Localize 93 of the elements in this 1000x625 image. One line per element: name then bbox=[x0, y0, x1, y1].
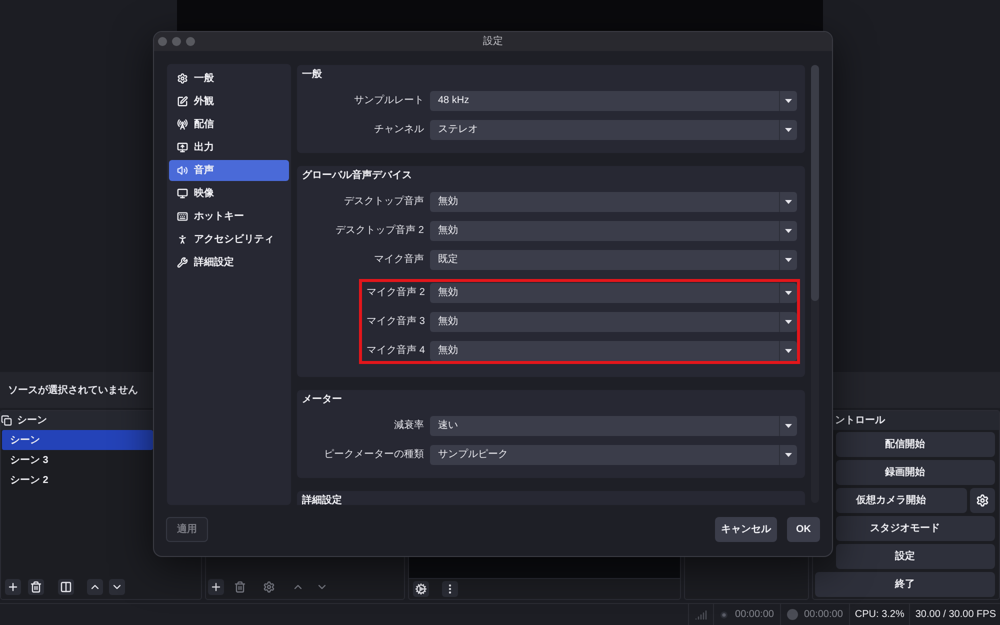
sidebar-item[interactable]: 映像 bbox=[169, 183, 289, 204]
scene-item[interactable]: シーン 3 bbox=[2, 450, 153, 470]
menu-button[interactable] bbox=[442, 581, 458, 597]
keyboard-icon bbox=[177, 211, 188, 222]
field-label: デスクトップ音声 bbox=[344, 196, 424, 208]
wrench-icon bbox=[177, 257, 188, 268]
control-button[interactable]: 仮想カメラ開始 bbox=[836, 488, 967, 513]
trash-icon bbox=[234, 581, 246, 593]
add-button[interactable] bbox=[5, 579, 21, 595]
pen-square-icon bbox=[177, 96, 188, 107]
sidebar-item[interactable]: 配信 bbox=[169, 114, 289, 135]
no-source-message: ソースが選択されていません bbox=[8, 384, 138, 398]
group-title: グローバル音声デバイス bbox=[302, 170, 412, 181]
panel-title: シーン bbox=[17, 414, 47, 428]
overlapping-squares-icon bbox=[1, 415, 12, 426]
control-button[interactable]: 終了 bbox=[815, 572, 995, 597]
dropdown[interactable]: 既定 bbox=[430, 250, 797, 270]
settings-icon bbox=[976, 494, 989, 507]
plus-icon bbox=[7, 581, 19, 593]
properties-button[interactable] bbox=[261, 579, 277, 595]
scene-item[interactable]: シーン 2 bbox=[2, 470, 153, 490]
cog-icon bbox=[415, 583, 427, 595]
filter-button[interactable] bbox=[58, 579, 74, 595]
control-button[interactable]: スタジオモード bbox=[836, 516, 995, 541]
sidebar-item[interactable]: 一般 bbox=[169, 68, 289, 89]
signal-bars-icon bbox=[695, 608, 708, 620]
caret-down-icon bbox=[785, 424, 792, 428]
dropdown[interactable]: 無効 bbox=[430, 192, 797, 212]
field-label: サンプルレート bbox=[354, 95, 424, 107]
group-title: 一般 bbox=[302, 69, 322, 80]
caret-down-icon bbox=[785, 291, 792, 295]
panel-title: ントロール bbox=[835, 414, 885, 428]
field-label: マイク音声 bbox=[374, 254, 424, 266]
dropdown[interactable]: 無効 bbox=[430, 341, 797, 361]
dropdown[interactable]: 速い bbox=[430, 416, 797, 436]
plus-icon bbox=[210, 581, 222, 593]
timer-text: 00:00:00 bbox=[735, 608, 774, 622]
dropdown[interactable]: 無効 bbox=[430, 221, 797, 241]
caret-down-icon bbox=[785, 200, 792, 204]
caret-down-icon bbox=[785, 349, 792, 353]
group-title: 詳細設定 bbox=[302, 495, 342, 505]
gear-icon bbox=[263, 581, 275, 593]
sidebar-item[interactable]: アクセシビリティ bbox=[169, 229, 289, 250]
caret-down-icon bbox=[785, 453, 792, 457]
caret-down-icon bbox=[785, 320, 792, 324]
fps-readout: 30.00 / 30.00 FPS bbox=[915, 608, 996, 622]
sidebar-item[interactable]: 出力 bbox=[169, 137, 289, 158]
gear-icon bbox=[177, 73, 188, 84]
field-label: ピークメーターの種類 bbox=[324, 449, 424, 461]
trash-icon bbox=[30, 581, 42, 593]
caret-down-icon bbox=[785, 99, 792, 103]
group-title: メーター bbox=[302, 394, 342, 405]
field-label: マイク音声 4 bbox=[366, 345, 425, 357]
monitor-icon bbox=[177, 188, 188, 199]
dialog-button[interactable]: OK bbox=[787, 517, 820, 542]
sidebar-item[interactable]: ホットキー bbox=[169, 206, 289, 227]
delete-button[interactable] bbox=[28, 579, 44, 595]
cpu-usage: CPU: 3.2% bbox=[854, 608, 904, 622]
timer-text: 00:00:00 bbox=[804, 608, 843, 622]
caret-down-icon bbox=[785, 258, 792, 262]
caret-down-icon bbox=[785, 128, 792, 132]
sidebar-item[interactable]: 詳細設定 bbox=[169, 252, 289, 273]
dropdown[interactable]: サンプルピーク bbox=[430, 445, 797, 465]
field-label: マイク音声 3 bbox=[366, 316, 425, 328]
dropdown[interactable]: 無効 bbox=[430, 283, 797, 303]
sidebar-item[interactable]: 外観 bbox=[169, 91, 289, 112]
radio-tower-icon bbox=[177, 119, 188, 130]
dropdown[interactable]: 無効 bbox=[430, 312, 797, 332]
settings-button[interactable] bbox=[970, 488, 995, 513]
dot-icon bbox=[720, 610, 728, 618]
caret-down-icon bbox=[785, 229, 792, 233]
speaker-icon bbox=[177, 165, 188, 176]
split-square-icon bbox=[60, 581, 72, 593]
move-up-button[interactable] bbox=[87, 579, 103, 595]
control-button[interactable]: 設定 bbox=[836, 544, 995, 569]
field-label: デスクトップ音声 2 bbox=[336, 225, 424, 237]
control-button[interactable]: 配信開始 bbox=[836, 432, 995, 457]
add-button[interactable] bbox=[208, 579, 224, 595]
field-label: マイク音声 2 bbox=[366, 287, 425, 299]
control-button[interactable]: 録画開始 bbox=[836, 460, 995, 485]
field-label: チャンネル bbox=[374, 124, 424, 136]
mixer-settings-button[interactable] bbox=[413, 581, 429, 597]
dropdown[interactable]: ステレオ bbox=[430, 120, 797, 140]
dialog-button[interactable]: キャンセル bbox=[715, 517, 777, 542]
person-icon bbox=[177, 234, 188, 245]
circle-icon bbox=[786, 609, 798, 620]
dropdown[interactable]: 48 kHz bbox=[430, 91, 797, 111]
sidebar-item[interactable]: 音声 bbox=[169, 160, 289, 181]
scene-item[interactable]: シーン bbox=[2, 430, 153, 450]
field-label: 減衰率 bbox=[394, 420, 424, 432]
scrollbar-thumb[interactable] bbox=[811, 65, 819, 301]
window-title: 設定 bbox=[483, 36, 503, 47]
move-down-button[interactable] bbox=[109, 579, 125, 595]
